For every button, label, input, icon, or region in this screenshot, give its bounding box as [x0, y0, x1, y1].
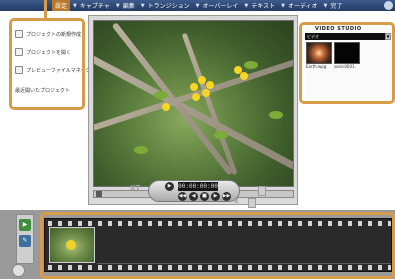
menu-bar: 設定 ▼ キャプチャ ▼ 編集 ▼ トランジション ▼ オーバーレイ ▼ テキスト ▼ オー… [0, 0, 395, 11]
callout-highlight-quickstart [9, 18, 85, 110]
menu-label: キャプチャ [79, 3, 110, 10]
callout-highlight-library [299, 22, 395, 104]
play-mode-button[interactable]: ▶ [165, 182, 174, 191]
flower-shape [206, 81, 214, 89]
enlarge-icon[interactable] [248, 198, 256, 208]
storyboard-view-button[interactable]: ▶ [19, 219, 31, 231]
seek-handle[interactable] [96, 191, 102, 197]
flower-shape [202, 89, 210, 97]
menu-label: オーディオ [287, 3, 318, 10]
flower-shape [190, 83, 198, 91]
menu-label: 編集 [122, 3, 135, 10]
menu-label: トランジション [147, 3, 190, 10]
leaf-shape [244, 61, 258, 69]
fast-forward-button[interactable]: ▶▶ [222, 192, 231, 201]
help-icon[interactable] [384, 1, 393, 10]
video-preview [93, 20, 294, 187]
chevron-down-icon: ▼ [244, 2, 249, 9]
chevron-down-icon: ▼ [140, 2, 145, 9]
stop-button[interactable]: ■ [200, 192, 209, 201]
flower-shape [162, 103, 170, 111]
menu-capture[interactable]: ▼ キャプチャ [70, 0, 113, 11]
leaf-shape [269, 111, 283, 119]
branch-shape [181, 32, 238, 176]
menu-overlay[interactable]: ▼ オーバーレイ [193, 0, 242, 11]
preview-window [88, 15, 298, 205]
in-out-icon[interactable]: X [234, 198, 239, 205]
menu-audio[interactable]: ▼ オーディオ [278, 0, 320, 11]
menu-finish[interactable]: ▼ 完了 [321, 0, 346, 11]
chevron-down-icon: ▼ [73, 2, 77, 9]
menu-label: オーバーレイ [202, 3, 239, 10]
volume-icon[interactable] [258, 186, 266, 196]
chevron-down-icon: ▼ [323, 2, 328, 9]
leaf-shape [214, 131, 228, 139]
callout-highlight-timeline [40, 212, 395, 279]
flower-shape [198, 76, 206, 84]
menu-edit[interactable]: ▼ 編集 [113, 0, 138, 11]
menu-label: 設定 [55, 3, 68, 10]
chevron-down-icon: ▼ [281, 2, 285, 9]
flower-shape [192, 93, 200, 101]
menu-text[interactable]: ▼ テキスト [241, 0, 278, 11]
chevron-down-icon: ▼ [115, 2, 120, 9]
timeline-view-button[interactable]: ✎ [19, 235, 31, 247]
rewind-button[interactable]: ◀◀ [178, 192, 187, 201]
menu-label: テキスト [251, 3, 276, 10]
zoom-knob[interactable] [12, 264, 25, 277]
callout-stem [44, 0, 47, 19]
menu-label: 完了 [330, 3, 343, 10]
flower-shape [240, 72, 248, 80]
prev-frame-button[interactable]: ◀ [189, 192, 198, 201]
menu-transition[interactable]: ▼ トランジション [138, 0, 193, 11]
timecode-display: 00:00:00:00 [178, 182, 218, 191]
leaf-shape [154, 91, 168, 99]
timeline-toolbar: ▶ ✎ [16, 214, 34, 264]
clip-marker-icon[interactable]: XT [130, 184, 140, 192]
chevron-down-icon: ▼ [195, 2, 200, 9]
next-frame-button[interactable]: ▶ [211, 192, 220, 201]
menu-settings[interactable]: 設定 [52, 0, 71, 11]
leaf-shape [134, 146, 148, 154]
